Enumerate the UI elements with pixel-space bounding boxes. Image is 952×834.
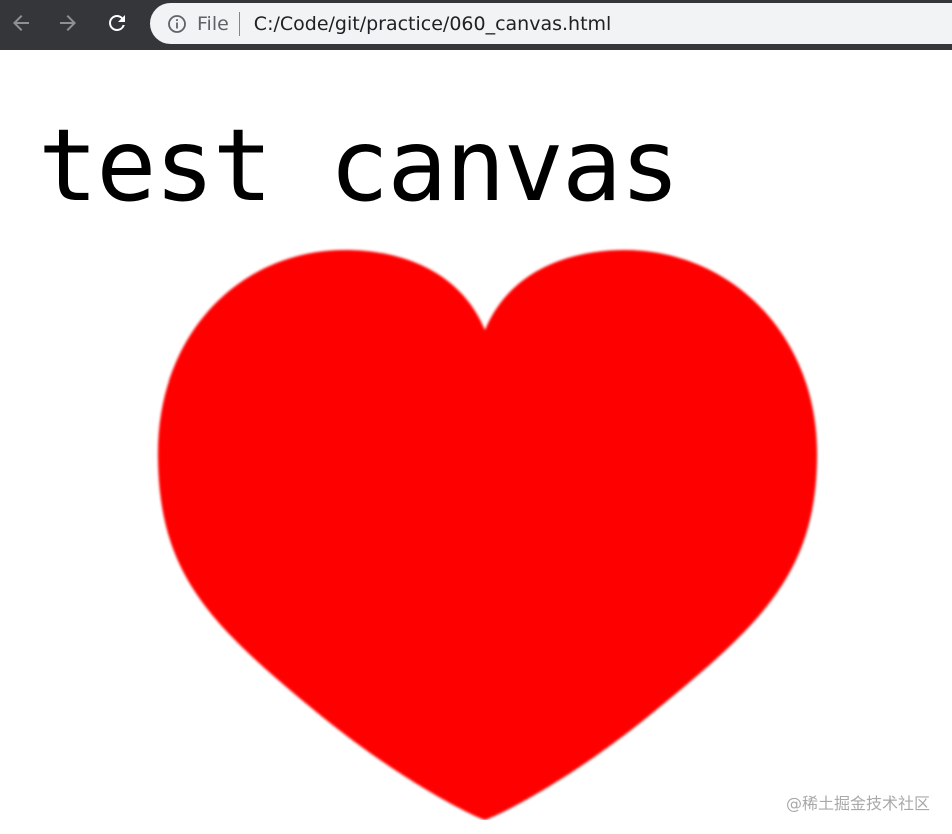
reload-button[interactable]	[101, 7, 133, 39]
page-content: test canvas @稀土掘金技术社区	[0, 50, 952, 834]
forward-button[interactable]	[52, 7, 84, 39]
back-button[interactable]	[5, 7, 37, 39]
address-bar[interactable]: File C:/Code/git/practice/060_canvas.htm…	[150, 3, 952, 44]
reload-icon	[105, 11, 129, 35]
scheme-label: File	[197, 12, 229, 35]
watermark: @稀土掘金技术社区	[785, 794, 930, 813]
arrow-left-icon	[9, 11, 33, 35]
canvas-title: test canvas	[38, 107, 680, 224]
info-icon[interactable]	[167, 14, 187, 34]
omnibox-separator	[238, 11, 240, 36]
arrow-right-icon	[56, 11, 80, 35]
canvas[interactable]: test canvas @稀土掘金技术社区	[0, 50, 952, 834]
url-text[interactable]: C:/Code/git/practice/060_canvas.html	[254, 13, 612, 35]
